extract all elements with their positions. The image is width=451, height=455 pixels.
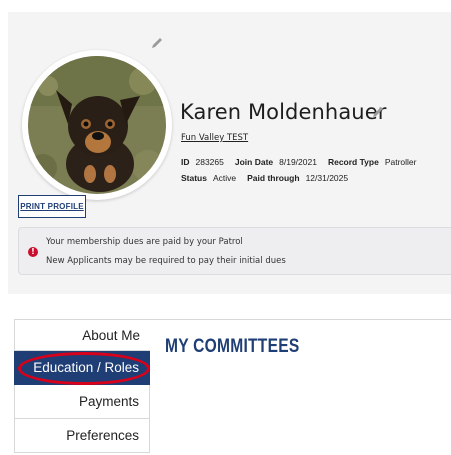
- info-row-secondary: Status Active Paid through 12/31/2025: [181, 173, 348, 183]
- print-profile-button[interactable]: PRINT PROFILE: [18, 195, 86, 218]
- status-value: Active: [212, 173, 237, 183]
- join-date-label: Join Date: [234, 157, 274, 167]
- info-row-primary: ID 283265 Join Date 8/19/2021 Record Type Pat…: [181, 157, 416, 167]
- exclamation-circle-icon: !: [28, 247, 38, 257]
- side-menu: About Me Education / Roles Payments Pref…: [14, 319, 150, 453]
- status-label: Status: [181, 173, 207, 183]
- membership-notice: ! Your membership dues are paid by your …: [18, 227, 451, 275]
- menu-item-education-roles[interactable]: Education / Roles: [14, 351, 150, 385]
- pencil-icon[interactable]: [150, 36, 164, 50]
- pencil-icon[interactable]: [371, 105, 385, 119]
- committees-heading: MY COMMITTEES: [165, 336, 300, 357]
- avatar: [22, 50, 172, 200]
- id-label: ID: [181, 157, 190, 167]
- record-type-value: Patroller: [384, 157, 417, 167]
- affiliation-link[interactable]: Fun Valley TEST: [181, 133, 248, 143]
- menu-item-payments[interactable]: Payments: [14, 385, 150, 419]
- menu-item-preferences[interactable]: Preferences: [14, 419, 150, 453]
- menu-item-about-me[interactable]: About Me: [14, 319, 150, 351]
- profile-photo: [28, 56, 166, 194]
- content-divider: [150, 319, 451, 320]
- join-date-value: 8/19/2021: [279, 157, 317, 167]
- paid-through-label: Paid through: [247, 173, 300, 183]
- record-type-label: Record Type: [327, 157, 379, 167]
- id-value: 283265: [195, 157, 224, 167]
- profile-card: Karen Moldenhauer Fun Valley TEST ID 2832…: [8, 12, 451, 294]
- notice-line-dues: Your membership dues are paid by your Pa…: [46, 237, 243, 247]
- paid-through-value: 12/31/2025: [305, 173, 349, 183]
- profile-name: Karen Moldenhauer: [180, 100, 387, 124]
- notice-line-applicants: New Applicants may be required to pay th…: [46, 256, 286, 266]
